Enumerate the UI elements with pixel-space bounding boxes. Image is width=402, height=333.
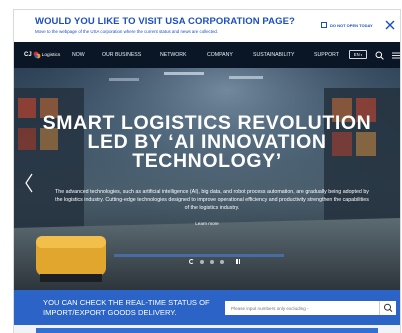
language-selector[interactable]: EN ▾ <box>349 50 367 59</box>
cj-logo-mark-icon <box>33 51 41 59</box>
hero-description-line: of the logistics industry. <box>184 205 240 211</box>
hero-description-line: The advanced technologies, such as artif… <box>55 189 369 195</box>
nav-item-company[interactable]: COMPANY <box>207 52 233 58</box>
nav-item-network[interactable]: NETWORK <box>160 52 187 58</box>
slide-dot[interactable] <box>210 259 214 264</box>
hero-description: The advanced technologies, such as artif… <box>24 188 400 212</box>
next-section-strip <box>14 325 400 333</box>
slide-dot[interactable] <box>220 259 224 264</box>
delivery-tracking-bar: YOU CAN CHECK THE REAL-TIME STATUS OF IM… <box>14 290 400 325</box>
tracking-text-line: YOU CAN CHECK THE REAL-TIME STATUS OF <box>43 298 210 307</box>
slide-dot[interactable] <box>200 259 204 264</box>
do-not-open-label[interactable]: DO NOT OPEN TODAY <box>330 23 373 28</box>
nav-item-our-business[interactable]: OUR BUSINESS <box>102 52 141 58</box>
usa-corporation-banner[interactable]: WOULD YOU LIKE TO VISIT USA CORPORATION … <box>14 10 400 42</box>
do-not-open-checkbox[interactable] <box>321 22 327 28</box>
pause-icon[interactable] <box>236 259 240 264</box>
browser-viewport: WOULD YOU LIKE TO VISIT USA CORPORATION … <box>14 10 400 333</box>
search-icon <box>384 303 393 312</box>
hero-title-line: TECHNOLOGY’ <box>132 150 282 172</box>
chevron-left-icon[interactable] <box>24 172 34 194</box>
slider-controls <box>189 259 240 264</box>
chevron-down-icon: ▾ <box>360 52 363 57</box>
nav-item-support[interactable]: SUPPORT <box>314 52 339 58</box>
menu-icon[interactable] <box>392 51 400 59</box>
do-not-open-today-toggle[interactable]: DO NOT OPEN TODAY <box>321 22 373 28</box>
cj-logistics-logo[interactable]: CJ Logistics <box>24 51 60 59</box>
tracking-search-button[interactable] <box>379 301 396 315</box>
nav-item-now[interactable]: NOW <box>72 52 85 58</box>
nav-item-sustainability[interactable]: SUSTAINABILITY <box>253 52 294 58</box>
search-icon[interactable] <box>375 51 384 60</box>
learn-more-link[interactable]: Learn more <box>14 221 400 226</box>
tracking-description: YOU CAN CHECK THE REAL-TIME STATUS OF IM… <box>43 298 210 318</box>
hero-slider: SMART LOGISTICS REVOLUTION LED BY ‘AI IN… <box>14 68 400 290</box>
banner-subtitle: Move to the webpage of the USA corporati… <box>35 29 219 34</box>
banner-title[interactable]: WOULD YOU LIKE TO VISIT USA CORPORATION … <box>35 16 295 27</box>
tracking-number-input[interactable] <box>225 301 379 315</box>
close-icon[interactable] <box>385 20 395 30</box>
hero-description-line: the logistics industry. Cutting-edge tec… <box>55 197 369 203</box>
tracking-text-line: IMPORT/EXPORT GOODS DELIVERY. <box>43 308 177 317</box>
main-nav: CJ Logistics NOW OUR BUSINESS NETWORK CO… <box>14 42 400 68</box>
language-label: EN <box>353 52 360 57</box>
logo-cj-text: CJ <box>24 52 32 58</box>
slide-progress-indicator[interactable] <box>189 259 194 264</box>
warehouse-background-image <box>14 68 400 290</box>
logo-logistics-text: Logistics <box>41 52 61 58</box>
hero-title: SMART LOGISTICS REVOLUTION LED BY ‘AI IN… <box>14 113 400 172</box>
